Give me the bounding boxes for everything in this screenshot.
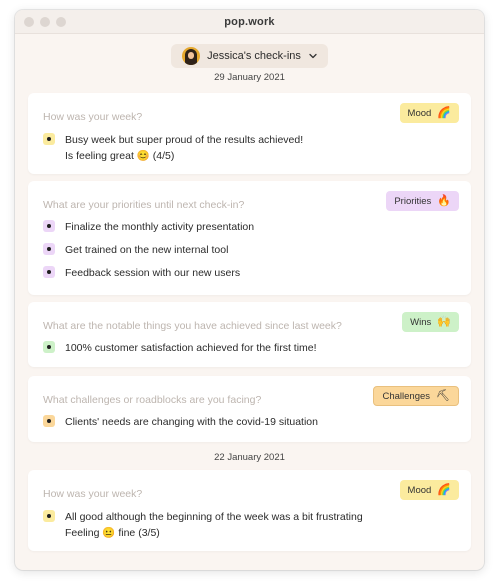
mood-tag: Mood 🌈: [399, 480, 459, 500]
bullet-icon: [43, 243, 55, 255]
window-title: pop.work: [224, 15, 275, 28]
window-controls: [24, 17, 66, 27]
question-text: How was your week?: [43, 488, 143, 500]
item-line: Is feeling great 😊 (4/5): [65, 150, 175, 162]
list-item: Get trained on the new internal tool: [43, 242, 228, 258]
item-line: Feedback session with our new users: [65, 267, 241, 279]
question-text: How was your week?: [43, 111, 143, 123]
question-text: What challenges or roadblocks are you fa…: [43, 394, 262, 406]
date-heading: 29 January 2021: [214, 72, 285, 83]
item-line: Feeling 😐 fine (3/5): [65, 527, 160, 539]
list-item: Clients' needs are changing with the cov…: [43, 414, 318, 430]
item-line: Busy week but super proud of the results…: [65, 134, 304, 146]
bullet-icon: [43, 220, 55, 232]
list-item: 100% customer satisfaction achieved for …: [43, 340, 317, 356]
priorities-tag: Priorities 🔥: [386, 191, 459, 211]
minimize-window-button[interactable]: [40, 17, 50, 27]
tag-label: Mood: [407, 484, 432, 496]
item-line: Finalize the monthly activity presentati…: [65, 221, 255, 233]
item-line: All good although the beginning of the w…: [65, 511, 363, 523]
list-item: Finalize the monthly activity presentati…: [43, 219, 254, 235]
item-line: Get trained on the new internal tool: [65, 244, 229, 256]
checkin-card-mood: How was your week? Mood 🌈 All good altho…: [28, 470, 471, 551]
checkins-selector[interactable]: Jessica's check-ins: [171, 44, 328, 68]
bullet-icon: [43, 510, 55, 522]
maximize-window-button[interactable]: [56, 17, 66, 27]
item-line: 100% customer satisfaction achieved for …: [65, 342, 317, 354]
chevron-down-icon: [308, 51, 318, 61]
checkin-card-challenges: What challenges or roadblocks are you fa…: [28, 376, 471, 442]
bullet-icon: [43, 266, 55, 278]
rainbow-icon: 🌈: [437, 106, 451, 119]
tag-label: Mood: [407, 107, 432, 119]
list-item: Busy week but super proud of the results…: [43, 132, 303, 164]
title-bar: pop.work: [15, 10, 484, 34]
item-line: Clients' needs are changing with the cov…: [65, 416, 318, 428]
mood-tag: Mood 🌈: [399, 103, 459, 123]
fire-icon: 🔥: [437, 194, 451, 207]
rainbow-icon: 🌈: [437, 483, 451, 496]
wins-tag: Wins 🙌: [402, 312, 459, 332]
bullet-icon: [43, 133, 55, 145]
question-text: What are the notable things you have ach…: [43, 320, 342, 332]
app-window: pop.work Jessica's check-ins 29 January …: [15, 10, 484, 570]
question-text: What are your priorities until next chec…: [43, 199, 245, 211]
avatar: [182, 47, 201, 65]
raised-hands-icon: 🙌: [437, 315, 451, 328]
bullet-icon: [43, 341, 55, 353]
checkin-card-wins: What are the notable things you have ach…: [28, 302, 471, 367]
bullet-icon: [43, 415, 55, 427]
challenges-tag: Challenges ⛏: [373, 386, 459, 406]
tag-label: Wins: [410, 316, 432, 328]
checkin-card-priorities: What are your priorities until next chec…: [28, 181, 471, 295]
tag-label: Challenges: [382, 390, 431, 402]
tag-label: Priorities: [394, 195, 432, 207]
pick-icon: ⛏: [436, 389, 450, 402]
selector-label: Jessica's check-ins: [207, 50, 301, 62]
checkin-card-mood: How was your week? Mood 🌈 Busy week but …: [28, 93, 471, 174]
list-item: Feedback session with our new users: [43, 265, 240, 281]
list-item: All good although the beginning of the w…: [43, 509, 363, 541]
close-window-button[interactable]: [24, 17, 34, 27]
date-heading: 22 January 2021: [214, 452, 285, 463]
